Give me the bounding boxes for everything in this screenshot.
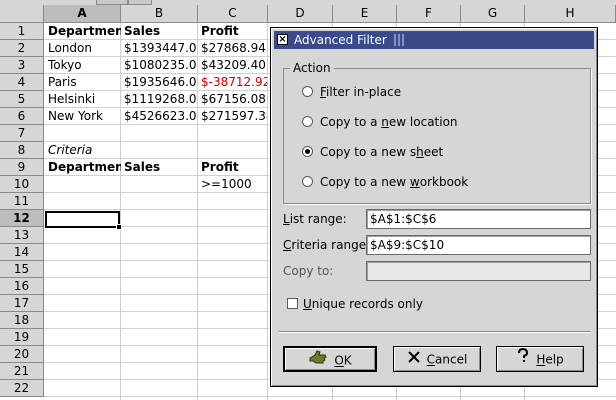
grid-line — [44, 396, 616, 397]
cell-b2[interactable]: $1393447.00 — [121, 40, 197, 57]
cell-b9[interactable]: Sales — [121, 159, 197, 176]
row-header-13[interactable]: 13 — [0, 227, 44, 244]
column-header-a[interactable]: A — [44, 5, 121, 23]
dialog-title: Advanced Filter — [294, 33, 387, 47]
cell-a6[interactable]: New York — [45, 108, 121, 125]
row-header-15[interactable]: 15 — [0, 261, 44, 278]
radio-circle-icon[interactable] — [302, 86, 313, 97]
criteria-range-label: Criteria range: — [283, 238, 371, 252]
action-group: Action Filter in-place Copy to a new loc… — [283, 61, 591, 204]
cell-a3[interactable]: Tokyo — [45, 57, 121, 74]
help-button[interactable]: Help — [496, 346, 584, 372]
cell-b4[interactable]: $1935646.00 — [121, 74, 197, 91]
column-header-c[interactable]: C — [198, 5, 268, 23]
cell-b1[interactable]: Sales — [121, 23, 197, 40]
ok-hand-icon — [308, 349, 328, 373]
select-all-corner[interactable] — [0, 5, 44, 23]
row-header-8[interactable]: 8 — [0, 142, 44, 159]
grid-line — [267, 23, 268, 400]
copy-to-input[interactable] — [366, 261, 591, 281]
cell-a9[interactable]: Department — [45, 159, 121, 176]
column-header-e[interactable]: E — [333, 5, 397, 23]
cell-c6[interactable]: $271597.38 — [198, 108, 267, 125]
radio-circle-icon[interactable] — [302, 116, 313, 127]
dialog-titlebar[interactable]: × Advanced Filter — [274, 31, 594, 49]
row-header-7[interactable]: 7 — [0, 125, 44, 142]
cell-c9[interactable]: Profit — [198, 159, 267, 176]
row-header-22[interactable]: 22 — [0, 380, 44, 397]
row-header-9[interactable]: 9 — [0, 159, 44, 176]
cell-a2[interactable]: London — [45, 40, 121, 57]
column-header-h[interactable]: H — [525, 5, 616, 23]
radio-label[interactable]: Copy to a new location — [320, 113, 458, 131]
row-header-3[interactable]: 3 — [0, 57, 44, 74]
row-header-20[interactable]: 20 — [0, 346, 44, 363]
copy-to-label: Copy to: — [283, 264, 334, 278]
titlebar-grip-icon — [394, 34, 424, 46]
radio-selected-icon[interactable] — [302, 146, 313, 157]
cell-c3[interactable]: $43209.40 — [198, 57, 267, 74]
radio-label[interactable]: Copy to a new sheet — [320, 143, 443, 161]
cell-b6[interactable]: $4526623.00 — [121, 108, 197, 125]
cell-c2[interactable]: $27868.94 — [198, 40, 267, 57]
row-header-6[interactable]: 6 — [0, 108, 44, 125]
radio-label[interactable]: Copy to a new workbook — [320, 173, 468, 191]
row-header-16[interactable]: 16 — [0, 278, 44, 295]
cell-c10[interactable]: >=1000 — [198, 176, 267, 193]
cell-c5[interactable]: $67156.08 — [198, 91, 267, 108]
help-question-icon — [516, 347, 530, 372]
row-header-11[interactable]: 11 — [0, 193, 44, 210]
cancel-x-icon — [407, 348, 421, 372]
column-header-f[interactable]: F — [397, 5, 461, 23]
row-header-12[interactable]: 12 — [0, 210, 44, 227]
row-header-21[interactable]: 21 — [0, 363, 44, 380]
checkbox-icon[interactable] — [287, 298, 298, 309]
fill-handle[interactable] — [116, 224, 122, 230]
column-header-g[interactable]: G — [461, 5, 525, 23]
row-header-1[interactable]: 1 — [0, 23, 44, 40]
close-icon[interactable]: × — [277, 34, 288, 45]
row-header-14[interactable]: 14 — [0, 244, 44, 261]
ok-button[interactable]: OK — [283, 346, 377, 372]
cell-a4[interactable]: Paris — [45, 74, 121, 91]
row-header-4[interactable]: 4 — [0, 74, 44, 91]
cell-b3[interactable]: $1080235.00 — [121, 57, 197, 74]
list-range-label: List range: — [283, 212, 347, 226]
unique-records-label[interactable]: Unique records only — [303, 295, 423, 313]
dialog-separator — [279, 331, 591, 333]
row-header-18[interactable]: 18 — [0, 312, 44, 329]
radio-circle-icon[interactable] — [302, 176, 313, 187]
action-group-legend: Action — [290, 61, 334, 75]
active-cell-cursor[interactable] — [45, 211, 122, 230]
row-header-5[interactable]: 5 — [0, 91, 44, 108]
radio-label[interactable]: Filter in-place — [320, 83, 401, 101]
cell-b5[interactable]: $1119268.00 — [121, 91, 197, 108]
row-header-10[interactable]: 10 — [0, 176, 44, 193]
criteria-range-input[interactable]: $A$9:$C$10 — [366, 235, 591, 255]
column-header-b[interactable]: B — [121, 5, 198, 23]
cell-a5[interactable]: Helsinki — [45, 91, 121, 108]
cell-a1[interactable]: Department — [45, 23, 121, 40]
cancel-button[interactable]: Cancel — [393, 346, 481, 372]
row-header-19[interactable]: 19 — [0, 329, 44, 346]
cell-c4[interactable]: $-38712.92 — [198, 74, 267, 91]
cell-a8[interactable]: Criteria — [45, 142, 121, 159]
list-range-input[interactable]: $A$1:$C$6 — [366, 209, 591, 229]
advanced-filter-dialog: × Advanced Filter Action Filter in-place… — [270, 27, 598, 387]
column-header-d[interactable]: D — [268, 5, 333, 23]
row-header-2[interactable]: 2 — [0, 40, 44, 57]
row-header-17[interactable]: 17 — [0, 295, 44, 312]
cell-c1[interactable]: Profit — [198, 23, 267, 40]
